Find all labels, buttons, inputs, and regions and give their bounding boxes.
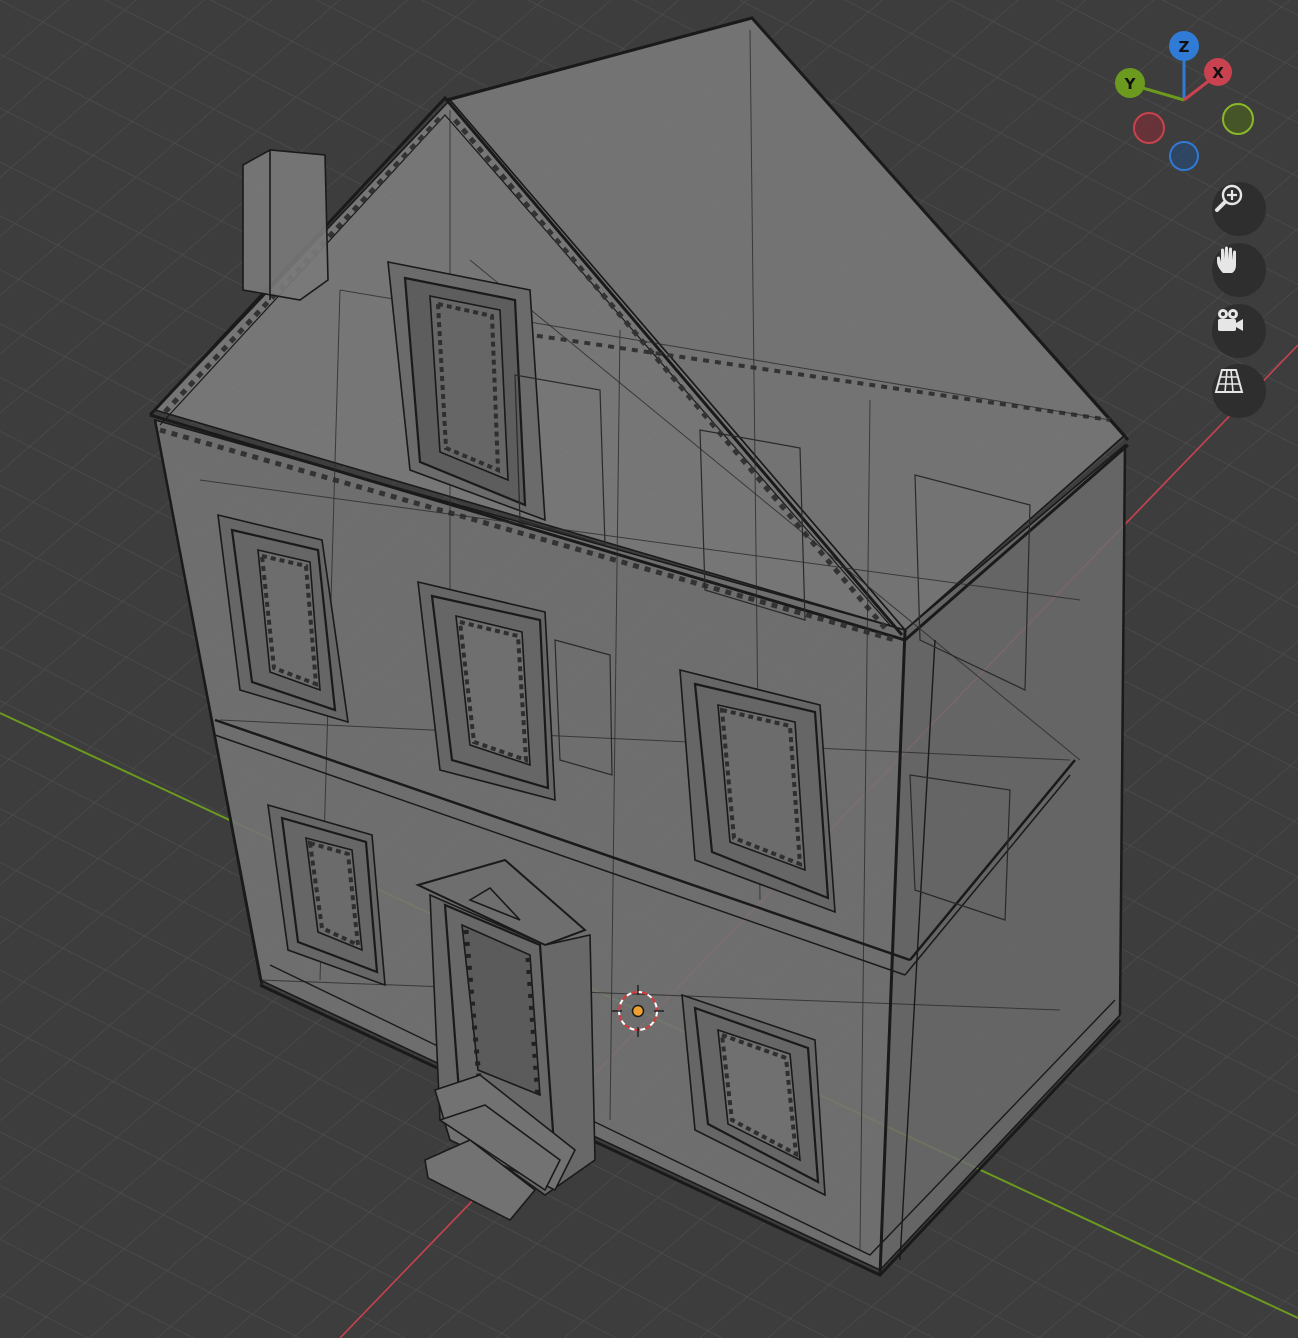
perspective-grid-icon: [1214, 369, 1244, 393]
gizmo-z[interactable]: Z: [1169, 31, 1199, 61]
camera-icon: [1218, 309, 1243, 331]
gizmo-neg-x[interactable]: [1133, 112, 1165, 144]
zoom-button[interactable]: [1212, 182, 1266, 236]
gizmo-y[interactable]: Y: [1115, 68, 1145, 98]
hand-pan-icon: [1217, 246, 1236, 273]
camera-view-button[interactable]: [1212, 304, 1266, 358]
gizmo-neg-y[interactable]: [1222, 103, 1254, 135]
perspective-toggle-button[interactable]: [1212, 364, 1266, 418]
viewport-canvas[interactable]: Z Y X: [0, 0, 1298, 1338]
gizmo-y-label: Y: [1124, 75, 1137, 93]
pan-button[interactable]: [1212, 243, 1266, 297]
gizmo-neg-z[interactable]: [1169, 141, 1199, 171]
gizmo-z-label: Z: [1179, 38, 1190, 56]
zoom-in-icon: [1215, 184, 1243, 212]
gizmo-x[interactable]: X: [1204, 58, 1232, 86]
object-origin: [631, 1004, 645, 1018]
gizmo-x-label: X: [1212, 64, 1224, 82]
3d-viewport[interactable]: Z Y X: [0, 0, 1298, 1338]
